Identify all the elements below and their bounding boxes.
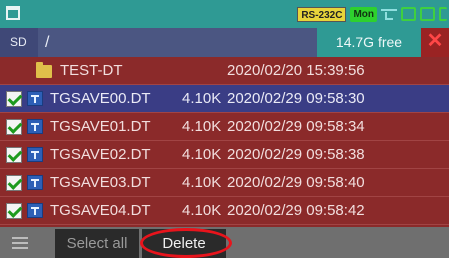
signal-icon [401, 7, 416, 21]
file-size: 4.10K [182, 90, 222, 107]
rs232c-badge: RS-232C [297, 6, 347, 22]
file-size: 4.10K [182, 202, 222, 219]
drive-label[interactable]: SD [0, 28, 38, 57]
usb-icon [381, 9, 397, 20]
checkbox[interactable] [6, 147, 22, 163]
file-icon [27, 119, 43, 134]
free-space: 14.7G free [317, 28, 421, 57]
window-icon [6, 6, 20, 20]
list-item[interactable]: TEST-DT 2020/02/20 15:39:56 [0, 57, 449, 85]
file-name: TGSAVE00.DT [50, 90, 151, 107]
file-size: 4.10K [182, 118, 222, 135]
status-indicators: RS-232C Mon [297, 6, 447, 22]
file-list: TEST-DT 2020/02/20 15:39:56 TGSAVE00.DT … [0, 57, 449, 225]
file-size: 4.10K [182, 146, 222, 163]
list-item[interactable]: TGSAVE01.DT 4.10K 2020/02/29 09:58:34 [0, 113, 449, 141]
checkbox[interactable] [6, 119, 22, 135]
folder-icon [36, 62, 52, 78]
list-item[interactable]: TGSAVE04.DT 4.10K 2020/02/29 09:58:42 [0, 197, 449, 225]
menu-icon[interactable] [12, 237, 28, 249]
monitor-icon [439, 7, 447, 21]
sd-icon [420, 7, 435, 21]
list-item[interactable]: TGSAVE03.DT 4.10K 2020/02/29 09:58:40 [0, 169, 449, 197]
file-name: TGSAVE04.DT [50, 202, 151, 219]
file-icon [27, 91, 43, 106]
file-date: 2020/02/29 09:58:34 [227, 118, 365, 135]
file-size: 4.10K [182, 174, 222, 191]
bottom-toolbar: Select all Delete [0, 227, 449, 258]
monitor-badge: Mon [350, 6, 377, 22]
file-date: 2020/02/29 09:58:40 [227, 174, 365, 191]
current-path: / [45, 34, 50, 51]
checkbox[interactable] [6, 91, 22, 107]
list-item[interactable]: TGSAVE02.DT 4.10K 2020/02/29 09:58:38 [0, 141, 449, 169]
delete-button[interactable]: Delete [142, 229, 226, 258]
checkbox[interactable] [6, 175, 22, 191]
file-icon [27, 147, 43, 162]
file-date: 2020/02/29 09:58:38 [227, 146, 365, 163]
file-date: 2020/02/29 09:58:30 [227, 90, 365, 107]
file-icon [27, 175, 43, 190]
list-item[interactable]: TGSAVE00.DT 4.10K 2020/02/29 09:58:30 [0, 85, 449, 113]
file-date: 2020/02/20 15:39:56 [227, 62, 365, 79]
close-button[interactable]: ✕ [421, 28, 449, 57]
file-name: TGSAVE01.DT [50, 118, 151, 135]
path-bar: SD / 14.7G free ✕ [0, 28, 449, 57]
file-name: TGSAVE02.DT [50, 146, 151, 163]
checkbox[interactable] [6, 203, 22, 219]
file-name: TGSAVE03.DT [50, 174, 151, 191]
file-name: TEST-DT [60, 62, 123, 79]
file-icon [27, 203, 43, 218]
select-all-button[interactable]: Select all [55, 229, 139, 258]
file-date: 2020/02/29 09:58:42 [227, 202, 365, 219]
status-bar: RS-232C Mon [0, 0, 449, 28]
